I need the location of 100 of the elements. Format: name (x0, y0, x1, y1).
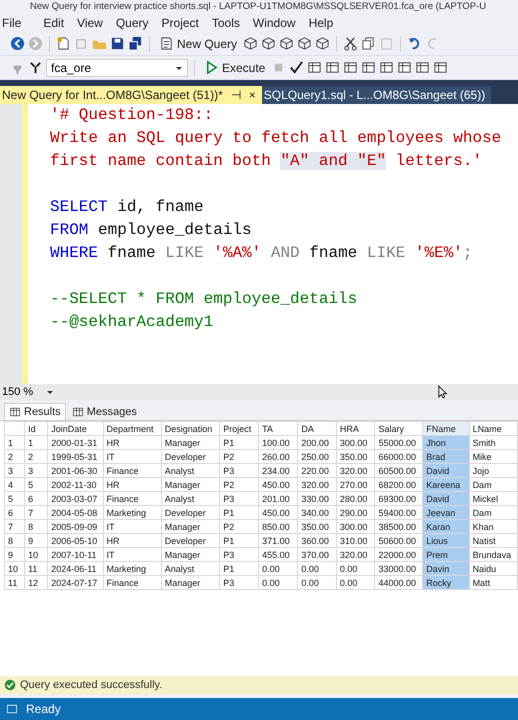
table-cell: 220.00 (298, 464, 336, 478)
checkmark-icon[interactable] (289, 60, 304, 75)
column-header[interactable]: Designation (161, 422, 220, 436)
table-cell: 0.00 (298, 576, 336, 590)
table-cell: Analyst (161, 464, 220, 478)
table-cell: HR (103, 478, 162, 492)
save-icon[interactable] (110, 36, 125, 51)
table-cell: 1999-05-31 (48, 450, 103, 464)
table-cell: 12 (24, 576, 48, 590)
grid-icon[interactable] (433, 60, 448, 75)
row-number: 10 (4, 562, 25, 576)
table-cell: P3 (220, 576, 259, 590)
menu-item[interactable]: Query (114, 16, 160, 30)
column-header[interactable]: LName (469, 422, 518, 436)
table-cell: 5 (24, 478, 48, 492)
table-cell: 200.00 (298, 436, 336, 450)
table-cell: 310.00 (336, 534, 375, 548)
save-all-icon[interactable] (128, 36, 143, 51)
table-cell: 234.00 (258, 464, 298, 478)
column-header[interactable]: TA (258, 422, 298, 436)
code-token: first name contain both (50, 152, 272, 170)
column-header[interactable]: Salary (374, 422, 423, 436)
menu-item[interactable]: Tools (210, 16, 251, 30)
row-number: 11 (4, 576, 25, 590)
cube-icon[interactable] (315, 36, 330, 51)
grid-icon[interactable] (397, 60, 412, 75)
table-cell: David (422, 492, 470, 506)
table-cell: Prem (422, 548, 470, 562)
menu-item[interactable]: File (0, 16, 42, 30)
cube-icon[interactable] (297, 36, 312, 51)
results-tab[interactable]: Results (4, 403, 66, 420)
table-cell: Rocky (422, 576, 470, 590)
cube-icon[interactable] (261, 36, 276, 51)
table-cell: 7 (24, 506, 48, 520)
database-dropdown[interactable]: fca_ore (46, 58, 188, 76)
table-cell: Developer (161, 506, 220, 520)
table-cell: 450.00 (258, 506, 298, 520)
row-number: 4 (4, 478, 25, 492)
table-cell: Natist (469, 534, 518, 548)
grid-icon[interactable] (415, 60, 430, 75)
code-token: FROM (50, 221, 88, 239)
table-cell: Karan (422, 520, 470, 534)
table-cell: 350.00 (298, 520, 336, 534)
grid-icon[interactable] (379, 60, 394, 75)
cube-icon[interactable] (243, 36, 258, 51)
grid-icon[interactable] (325, 60, 340, 75)
column-header[interactable]: HRA (336, 422, 375, 436)
table-cell: 10 (24, 548, 48, 562)
zoom-dropdown[interactable]: 150 % (0, 386, 56, 398)
menu-item[interactable]: Project (160, 16, 210, 30)
results-tab[interactable]: Messages (68, 404, 141, 420)
code-token: id, fname (116, 198, 204, 216)
code-token: LIKE (165, 244, 204, 262)
menu-item[interactable]: Help (306, 16, 344, 30)
table-cell: P1 (220, 562, 259, 576)
document-tab[interactable]: New Query for Int...OM8G\Sangeet (51))* ⊣ × (0, 86, 262, 104)
table-cell: 0.00 (298, 562, 336, 576)
code-token: fname (106, 244, 157, 262)
menu-item[interactable]: Edit (41, 16, 76, 30)
table-cell: 320.00 (336, 464, 375, 478)
close-icon[interactable]: × (248, 88, 256, 102)
cut-icon[interactable] (343, 36, 358, 51)
row-number: 5 (4, 492, 25, 506)
menu-item[interactable]: View (75, 16, 114, 30)
new-file-icon[interactable] (56, 36, 71, 51)
column-header[interactable]: DA (298, 422, 336, 436)
execute-button[interactable]: Execute (201, 60, 268, 75)
table-cell: Smith (469, 436, 518, 450)
window-title: New Query for interview practice shorts.sql - LAPTOP-U1TMOM8G\MSSQLSERVER01.fca_ore (LAPTOP-U (30, 0, 488, 14)
table-cell: Jhon (422, 436, 470, 450)
copy-icon[interactable] (361, 36, 376, 51)
table-cell: 270.00 (336, 478, 375, 492)
table-cell: Manager (161, 436, 220, 450)
code-token: '%A%' (212, 244, 262, 262)
table-cell: Manager (161, 576, 220, 590)
status-icon (6, 703, 18, 715)
table-cell: Khan (469, 520, 518, 534)
new-query-button[interactable]: New Query (156, 36, 240, 51)
table-cell: 250.00 (298, 450, 336, 464)
back-icon[interactable] (10, 36, 25, 51)
table-cell: 300.00 (336, 520, 375, 534)
table-cell: Dam (469, 506, 518, 520)
document-tab[interactable]: SQLQuery1.sql - L...OM8G\Sangeet (65)) (262, 86, 492, 104)
table-cell: P3 (220, 548, 259, 562)
pin-icon[interactable]: ⊣ (230, 88, 241, 102)
table-cell: Marketing (103, 506, 162, 520)
grid-icon[interactable] (307, 60, 322, 75)
grid-icon[interactable] (361, 60, 376, 75)
column-header[interactable]: Id (24, 422, 48, 436)
table-cell: Finance (103, 492, 162, 506)
cube-icon[interactable] (279, 36, 294, 51)
column-header[interactable]: Project (220, 422, 259, 436)
column-header[interactable]: FName (422, 422, 470, 436)
table-cell: 330.00 (298, 492, 336, 506)
grid-icon[interactable] (343, 60, 358, 75)
menu-item[interactable]: Window (250, 16, 307, 30)
table-cell: Developer (161, 534, 220, 548)
table-cell: Manager (161, 520, 220, 534)
column-header[interactable]: JoinDate (48, 422, 103, 436)
column-header[interactable]: Department (103, 422, 162, 436)
